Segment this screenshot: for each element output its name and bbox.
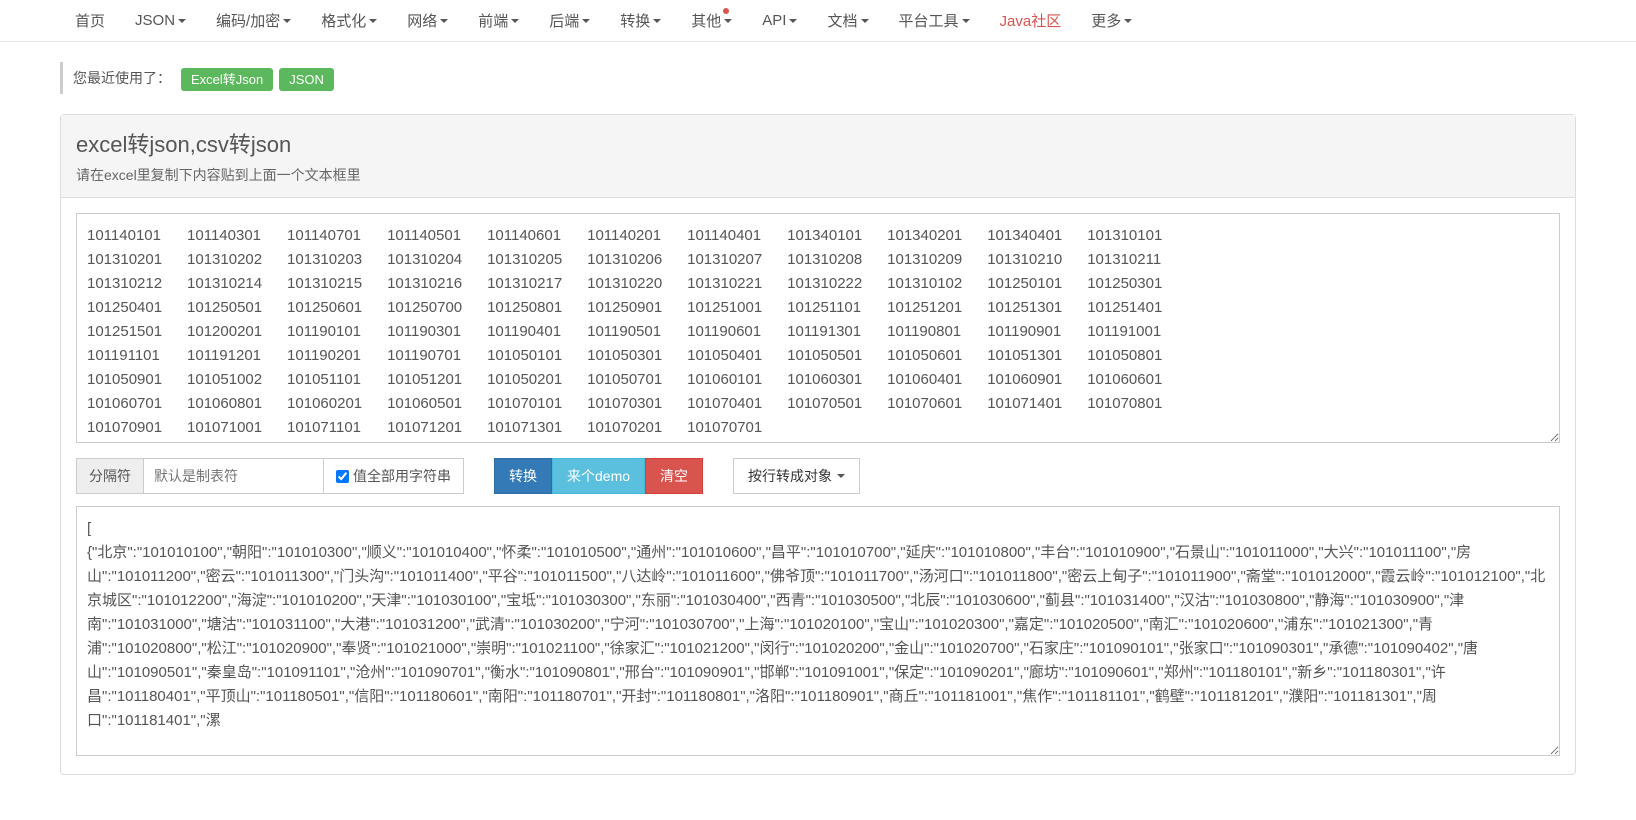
chevron-down-icon [962,19,970,23]
nav-item-label: 格式化 [321,10,366,31]
panel-heading: excel转json,csv转json 请在excel里复制下内容贴到上面一个文… [61,115,1575,198]
chevron-down-icon [283,19,291,23]
top-navbar: 首页 JSON 编码/加密 格式化 网络 前端 后端 转换 其他 API 文档 平台工具 Java社区 更… [0,0,1636,42]
notification-dot-icon [723,8,729,14]
nav-item-5[interactable]: 前端 [463,0,534,41]
output-textarea[interactable] [76,506,1560,756]
row-object-label: 按行转成对象 [748,466,832,486]
chevron-down-icon [511,19,519,23]
nav-item-0[interactable]: 首页 [60,0,120,41]
recent-tag-1[interactable]: JSON [279,68,334,91]
nav-item-label: 转换 [620,10,650,31]
nav-item-label: 首页 [75,10,105,31]
nav-item-label: 前端 [478,10,508,31]
nav-item-8[interactable]: 其他 [676,0,747,41]
nav-item-4[interactable]: 网络 [392,0,463,41]
nav-item-7[interactable]: 转换 [605,0,676,41]
nav-item-6[interactable]: 后端 [534,0,605,41]
chevron-down-icon [1124,19,1132,23]
nav-item-11[interactable]: 平台工具 [884,0,985,41]
separator-input[interactable] [144,458,324,494]
input-textarea[interactable] [76,213,1560,443]
nav-item-label: 平台工具 [899,10,959,31]
nav-item-2[interactable]: 编码/加密 [201,0,306,41]
nav-item-1[interactable]: JSON [120,2,201,39]
string-checkbox[interactable] [336,470,349,483]
nav-item-label: API [762,12,786,29]
nav-item-10[interactable]: 文档 [812,0,883,41]
nav-item-13[interactable]: 更多 [1076,0,1147,41]
recent-label: 您最近使用了： [73,68,171,88]
chevron-down-icon [789,19,797,23]
demo-button[interactable]: 来个demo [552,458,645,494]
nav-item-label: 编码/加密 [216,10,280,31]
panel-title: excel转json,csv转json [76,127,1560,159]
main-panel: excel转json,csv转json 请在excel里复制下内容贴到上面一个文… [60,114,1576,775]
separator-label: 分隔符 [76,458,144,494]
convert-button[interactable]: 转换 [494,458,552,494]
clear-button[interactable]: 清空 [645,458,703,494]
controls-row: 分隔符 值全部用字符串 转换 来个demo 清空 按行转成对象 [76,458,1560,494]
chevron-down-icon [861,19,869,23]
chevron-down-icon [724,19,732,23]
separator-group: 分隔符 值全部用字符串 [76,458,464,494]
panel-subtitle: 请在excel里复制下内容贴到上面一个文本框里 [76,165,1560,185]
recent-tag-0[interactable]: Excel转Json [181,68,273,91]
chevron-down-icon [837,474,845,478]
nav-item-label: 更多 [1091,10,1121,31]
nav-item-9[interactable]: API [747,2,812,39]
nav-item-label: 其他 [691,10,721,31]
panel-body: 分隔符 值全部用字符串 转换 来个demo 清空 按行转成对象 [61,198,1575,774]
string-checkbox-wrap[interactable]: 值全部用字符串 [324,458,464,494]
chevron-down-icon [440,19,448,23]
nav-item-12[interactable]: Java社区 [985,0,1077,41]
chevron-down-icon [653,19,661,23]
nav-item-label: JSON [135,12,175,29]
nav-item-label: 文档 [827,10,857,31]
chevron-down-icon [582,19,590,23]
nav-item-label: Java社区 [1000,10,1062,31]
string-checkbox-label: 值全部用字符串 [353,466,451,486]
nav-item-label: 后端 [549,10,579,31]
nav-item-label: 网络 [407,10,437,31]
recent-bar: 您最近使用了： Excel转Json JSON [60,62,1576,94]
chevron-down-icon [369,19,377,23]
chevron-down-icon [178,19,186,23]
nav-item-3[interactable]: 格式化 [306,0,392,41]
row-object-button[interactable]: 按行转成对象 [733,458,860,494]
